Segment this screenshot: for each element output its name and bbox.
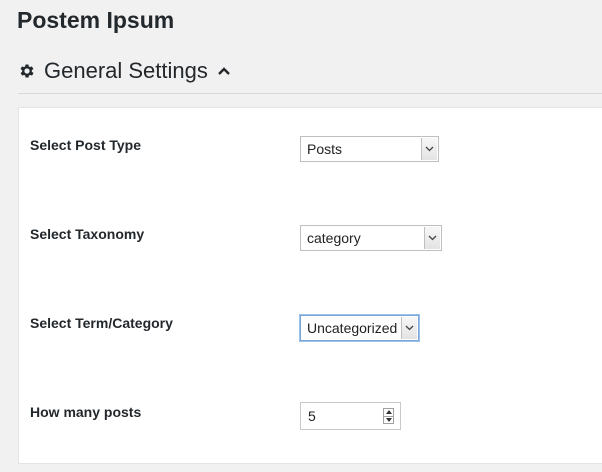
chevron-down-icon [401,317,417,339]
settings-panel: Select Post Type Posts Select Taxonomy c… [18,107,602,464]
chevron-down-icon [421,138,437,160]
term-label: Select Term/Category [30,315,173,331]
post-type-value: Posts [307,141,343,157]
term-value: Uncategorized [307,320,398,336]
general-settings-toggle[interactable]: General Settings [18,54,231,88]
taxonomy-value: category [307,230,361,246]
post-count-label: How many posts [30,404,142,420]
chevron-down-icon [424,227,440,249]
page-title: Postem Ipsum [17,7,175,33]
taxonomy-label: Select Taxonomy [30,226,145,242]
number-spinner[interactable] [383,408,394,424]
section-title: General Settings [44,58,208,83]
gear-icon [20,64,34,78]
term-select[interactable]: Uncategorized [300,315,419,341]
post-count-input[interactable]: 5 [300,402,401,430]
spin-down-icon[interactable] [384,415,393,424]
taxonomy-select[interactable]: category [300,225,442,251]
post-count-value: 5 [308,408,316,424]
post-type-label: Select Post Type [30,137,142,153]
post-type-select[interactable]: Posts [300,136,439,162]
section-divider [18,93,602,94]
chevron-up-icon [218,67,230,75]
